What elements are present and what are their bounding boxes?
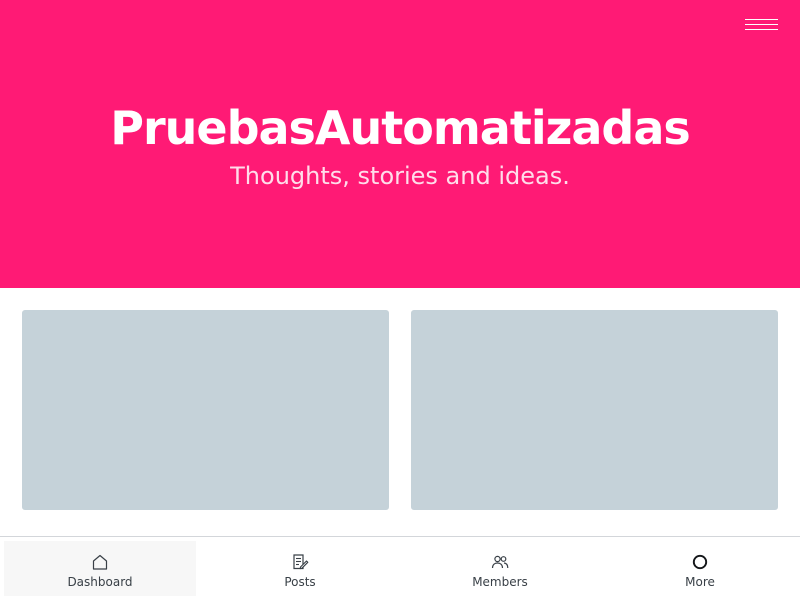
bottom-navigation: Dashboard Posts Members More <box>0 536 800 600</box>
nav-label: Posts <box>284 575 316 589</box>
nav-item-dashboard[interactable]: Dashboard <box>4 541 196 596</box>
nav-item-members[interactable]: Members <box>404 541 596 596</box>
post-card-image[interactable] <box>411 310 778 510</box>
posts-icon <box>293 554 309 570</box>
nav-label: Members <box>472 575 528 589</box>
site-title[interactable]: PruebasAutomatizadas <box>0 100 800 156</box>
site-description: Thoughts, stories and ideas. <box>230 162 570 190</box>
post-card-image[interactable] <box>22 310 389 510</box>
site-header: PruebasAutomatizadas Thoughts, stories a… <box>0 0 800 288</box>
nav-item-more[interactable]: More <box>604 541 796 596</box>
circle-icon <box>692 554 708 570</box>
home-icon <box>92 554 108 570</box>
nav-item-posts[interactable]: Posts <box>204 541 396 596</box>
nav-label: More <box>685 575 715 589</box>
members-icon <box>491 555 509 569</box>
hamburger-menu-icon[interactable] <box>745 18 778 34</box>
nav-label: Dashboard <box>67 575 133 589</box>
